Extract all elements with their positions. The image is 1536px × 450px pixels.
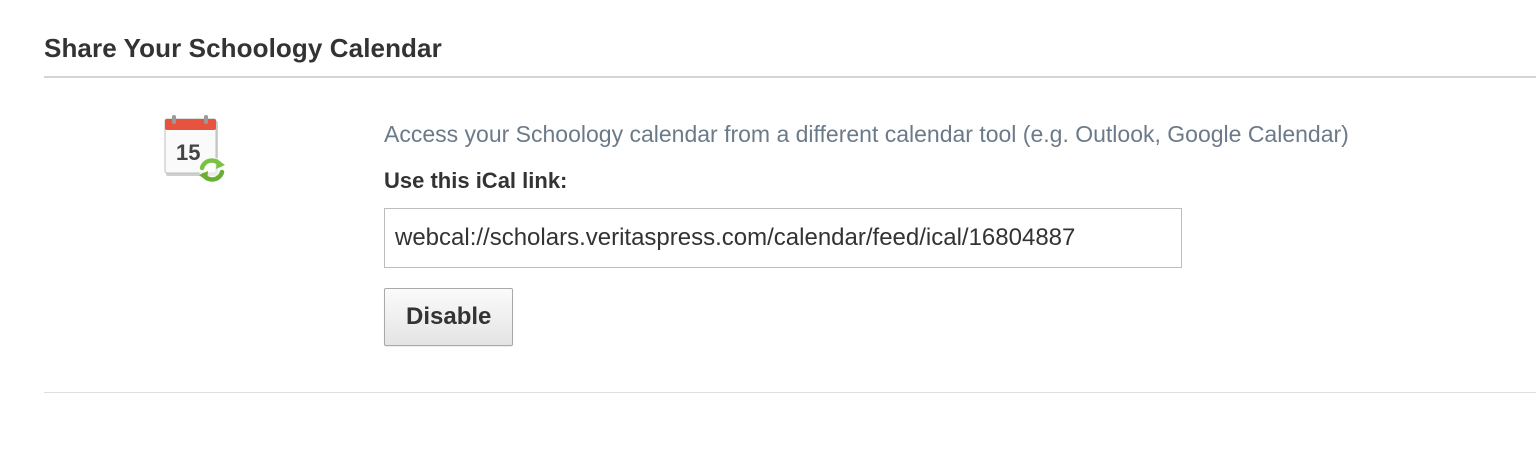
calendar-day-number: 15: [176, 140, 200, 165]
ical-link-label: Use this iCal link:: [384, 168, 568, 193]
share-description: Access your Schoology calendar from a di…: [384, 121, 1349, 147]
section-title: Share Your Schoology Calendar: [44, 33, 442, 63]
ical-link-field[interactable]: [384, 208, 1182, 268]
share-content: Access your Schoology calendar from a di…: [384, 112, 1504, 346]
calendar-sync-icon: 15: [162, 114, 234, 190]
disable-button[interactable]: Disable: [384, 288, 514, 346]
share-calendar-page: Share Your Schoology Calendar 15 Access …: [0, 0, 1536, 450]
title-divider: [44, 76, 1536, 78]
bottom-divider: [44, 392, 1536, 393]
